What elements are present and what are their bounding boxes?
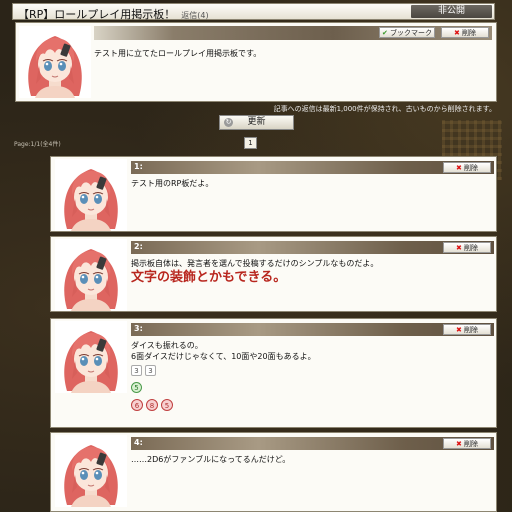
dice-result: 8 [146,399,158,411]
dice-roll-d20: 685 [131,399,316,413]
avatar-image [54,238,128,312]
reply-post: 2: ✖ 削除 掲示板自体は、発言者を選んで投稿するだけのシンプルなものだよ。 … [50,236,497,312]
delete-label: 削除 [464,440,479,448]
delete-label: 削除 [462,29,477,37]
avatar-image [54,320,128,394]
delete-label: 削除 [464,326,479,334]
post-body: テスト用のRP板だよ。 [131,178,213,189]
post-number: 2: [134,242,143,251]
avatar-image [54,158,128,232]
post-header: ✔ ブックマーク ✖ 削除 [94,26,492,40]
pagination-page-1[interactable]: 1 [244,137,257,149]
dice-roll-d6: 33 [131,365,316,379]
post-header: 1: ✖ 削除 [131,161,494,174]
avatar [18,25,92,99]
thread-title-bar: 【RP】ロールプレイ用掲示板！ 返信(4) 非公開 [12,3,495,22]
close-icon: ✖ [455,326,462,334]
check-icon: ✔ [381,29,388,37]
retention-notice: 記事への返信は最新1,000件が保持され、古いものから削除されます。 [273,105,496,113]
reply-count: 返信(4) [181,11,209,20]
delete-button[interactable]: ✖ 削除 [441,27,489,38]
post-header: 4: ✖ 削除 [131,437,494,450]
post-body: 掲示板自体は、発言者を選んで投稿するだけのシンプルなものだよ。 文字の装飾とかも… [131,258,378,287]
post-body: ……2D6がファンブルになってるんだけど。 [131,454,290,465]
post-number: 4: [134,438,143,447]
delete-button[interactable]: ✖ 削除 [443,438,491,449]
dice-result: 3 [145,365,156,376]
reply-post: 4: ✖ 削除 ……2D6がファンブルになってるんだけど。 [50,432,497,512]
refresh-icon: ↻ [224,118,233,127]
post-header: 2: ✖ 削除 [131,241,494,254]
thread-title: 【RP】ロールプレイ用掲示板！ 返信(4) [18,6,209,22]
post-text: ダイスも振れるの。 [131,341,203,350]
close-icon: ✖ [455,244,462,252]
delete-label: 削除 [464,164,479,172]
avatar-image [54,434,128,508]
post-text: ……2D6がファンブルになってるんだけど。 [131,455,291,464]
dice-result: 5 [161,399,173,411]
delete-button[interactable]: ✖ 削除 [443,242,491,253]
refresh-label: 更新 [247,117,266,127]
post-text: テスト用のRP板だよ。 [131,179,214,188]
avatar [54,320,128,394]
avatar [54,158,128,232]
post-body: テスト用に立てたロールプレイ用掲示板です。 [94,49,262,58]
post-body: ダイスも振れるの。 6面ダイスだけじゃなくて、10面や20面もあるよ。 33 5… [131,340,316,413]
delete-button[interactable]: ✖ 削除 [443,324,491,335]
bookmark-label: ブックマーク [390,29,433,37]
bookmark-button[interactable]: ✔ ブックマーク [379,27,435,38]
dice-result: 6 [131,399,143,411]
dice-result: 3 [131,365,142,376]
post-header: 3: ✖ 削除 [131,323,494,336]
dice-roll-d10: 5 [131,382,316,396]
close-icon: ✖ [455,164,462,172]
delete-label: 削除 [464,244,479,252]
post-number: 3: [134,324,143,333]
avatar [54,434,128,508]
thread-title-label: 【RP】ロールプレイ用掲示板！ [18,8,176,21]
post-number: 1: [134,162,143,171]
avatar-image [18,25,92,99]
page-info: Page:1/1(全4件) [14,141,61,148]
private-button[interactable]: 非公開 [411,5,492,18]
post-text: 掲示板自体は、発言者を選んで投稿するだけのシンプルなものだよ。 [131,259,379,268]
post-text: 6面ダイスだけじゃなくて、10面や20面もあるよ。 [131,352,316,361]
delete-button[interactable]: ✖ 削除 [443,162,491,173]
reply-post: 1: ✖ 削除 テスト用のRP板だよ。 [50,156,497,232]
avatar [54,238,128,312]
decorated-text: 文字の装飾とかもできる。 [131,270,287,285]
thread-opening-post: ✔ ブックマーク ✖ 削除 テスト用に立てたロールプレイ用掲示板です。 [15,22,497,102]
reply-post: 3: ✖ 削除 ダイスも振れるの。 6面ダイスだけじゃなくて、10面や20面もあ… [50,318,497,428]
dice-result: 5 [131,382,142,393]
refresh-button[interactable]: ↻ 更新 [219,115,294,130]
close-icon: ✖ [455,440,462,448]
close-icon: ✖ [453,29,460,37]
